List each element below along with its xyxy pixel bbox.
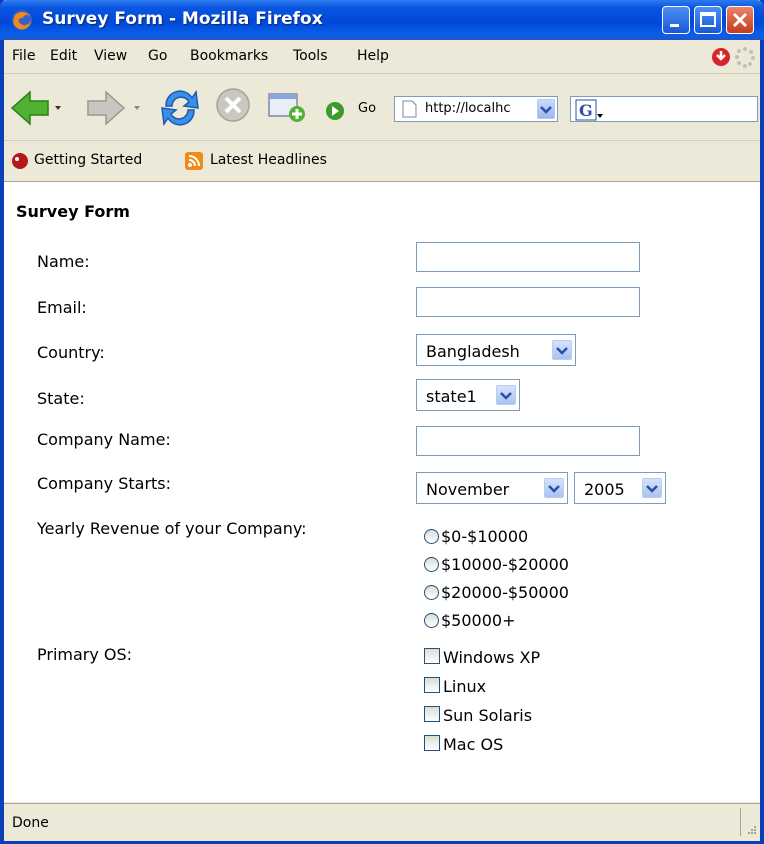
throbber-icon (735, 47, 755, 68)
os-option-2[interactable]: Linux (424, 677, 486, 696)
month-select-value: November (426, 480, 510, 499)
getting-started-icon (12, 153, 28, 169)
checkbox[interactable] (424, 735, 440, 751)
google-search-icon[interactable]: G (575, 99, 605, 121)
name-label: Name: (37, 252, 90, 271)
svg-text:G: G (579, 101, 593, 120)
revenue-option-label: $10000-$20000 (441, 555, 569, 574)
radio-button[interactable] (424, 557, 439, 572)
os-option-1[interactable]: Windows XP (424, 648, 540, 667)
stop-icon[interactable] (214, 86, 252, 124)
page-title: Survey Form (16, 202, 130, 221)
revenue-option-label: $0-$10000 (441, 527, 529, 546)
status-bar: Done (4, 803, 760, 841)
window-title: Survey Form - Mozilla Firefox (42, 9, 323, 29)
title-bar[interactable]: Survey Form - Mozilla Firefox (0, 0, 764, 40)
os-option-label: Mac OS (443, 735, 504, 754)
bookmark-latest-headlines[interactable]: Latest Headlines (210, 152, 327, 168)
menu-go[interactable]: Go (148, 48, 167, 64)
os-option-label: Windows XP (443, 648, 541, 667)
checkbox[interactable] (424, 677, 440, 693)
menu-tools[interactable]: Tools (293, 48, 328, 64)
bookmark-getting-started[interactable]: Getting Started (34, 152, 142, 168)
os-option-label: Linux (443, 677, 487, 696)
state-dropdown-button[interactable] (496, 385, 516, 405)
search-bar[interactable]: G (570, 96, 758, 122)
os-option-3[interactable]: Sun Solaris (424, 706, 532, 725)
checkbox[interactable] (424, 706, 440, 722)
url-dropdown-button[interactable] (537, 99, 555, 119)
status-divider (740, 808, 741, 836)
os-option-label: Sun Solaris (443, 706, 533, 725)
back-button-icon[interactable] (8, 88, 62, 128)
name-input[interactable] (416, 242, 640, 272)
revenue-option-3[interactable]: $20000-$50000 (424, 583, 569, 602)
page-icon (402, 100, 417, 118)
email-label: Email: (37, 298, 87, 317)
go-button-label[interactable]: Go (358, 101, 376, 116)
url-text: http://localhc (425, 101, 511, 116)
primary-os-label: Primary OS: (37, 645, 133, 664)
state-label: State: (37, 389, 85, 408)
revenue-option-label: $20000-$50000 (441, 583, 569, 602)
email-input[interactable] (416, 287, 640, 317)
go-icon[interactable] (324, 100, 346, 122)
page-content: Survey Form Name: Email: Country: Bangla… (4, 182, 760, 802)
close-button[interactable] (726, 6, 754, 34)
minimize-icon (670, 24, 679, 27)
radio-button[interactable] (424, 613, 439, 628)
navigation-toolbar: Go http://localhc G (4, 74, 760, 141)
revenue-option-2[interactable]: $10000-$20000 (424, 555, 569, 574)
month-select[interactable]: November (416, 472, 568, 504)
menu-file[interactable]: File (12, 48, 35, 64)
menu-edit[interactable]: Edit (50, 48, 77, 64)
menu-view[interactable]: View (94, 48, 127, 64)
revenue-option-label: $50000+ (441, 611, 516, 630)
company-name-input[interactable] (416, 426, 640, 456)
home-icon[interactable] (266, 88, 310, 124)
company-name-label: Company Name: (37, 430, 171, 449)
revenue-option-1[interactable]: $0-$10000 (424, 527, 528, 546)
company-starts-label: Company Starts: (37, 474, 172, 493)
bookmarks-toolbar: Getting Started Latest Headlines (4, 141, 760, 182)
status-text: Done (12, 815, 49, 831)
chevron-down-icon (646, 485, 658, 493)
month-dropdown-button[interactable] (544, 478, 564, 498)
country-select[interactable]: Bangladesh (416, 334, 576, 366)
chevron-down-icon (548, 485, 560, 493)
close-icon (732, 12, 748, 28)
year-select-value: 2005 (584, 480, 625, 499)
year-select[interactable]: 2005 (574, 472, 666, 504)
state-select-value: state1 (426, 387, 477, 406)
revenue-label: Yearly Revenue of your Company: (37, 519, 307, 538)
url-bar[interactable]: http://localhc (394, 96, 558, 122)
country-label: Country: (37, 343, 105, 362)
revenue-option-4[interactable]: $50000+ (424, 611, 515, 630)
menu-help[interactable]: Help (357, 48, 389, 64)
chevron-down-icon (556, 347, 568, 355)
radio-button[interactable] (424, 585, 439, 600)
update-alert-icon[interactable] (710, 46, 732, 68)
browser-window: Survey Form - Mozilla Firefox File Edit … (0, 0, 764, 844)
forward-button-icon[interactable] (84, 88, 142, 128)
chevron-down-icon (540, 106, 552, 114)
radio-button[interactable] (424, 529, 439, 544)
menu-bar: File Edit View Go Bookmarks Tools Help (4, 40, 760, 74)
resize-grip-icon[interactable] (746, 824, 758, 836)
chevron-down-icon (500, 392, 512, 400)
menu-bookmarks[interactable]: Bookmarks (190, 48, 268, 64)
country-select-value: Bangladesh (426, 342, 520, 361)
rss-feed-icon (185, 152, 203, 170)
checkbox[interactable] (424, 648, 440, 664)
state-select[interactable]: state1 (416, 379, 520, 411)
firefox-icon (12, 10, 32, 30)
year-dropdown-button[interactable] (642, 478, 662, 498)
country-dropdown-button[interactable] (552, 340, 572, 360)
reload-icon[interactable] (156, 84, 204, 130)
minimize-button[interactable] (662, 6, 690, 34)
maximize-button[interactable] (694, 6, 722, 34)
maximize-icon (700, 12, 716, 27)
os-option-4[interactable]: Mac OS (424, 735, 503, 754)
